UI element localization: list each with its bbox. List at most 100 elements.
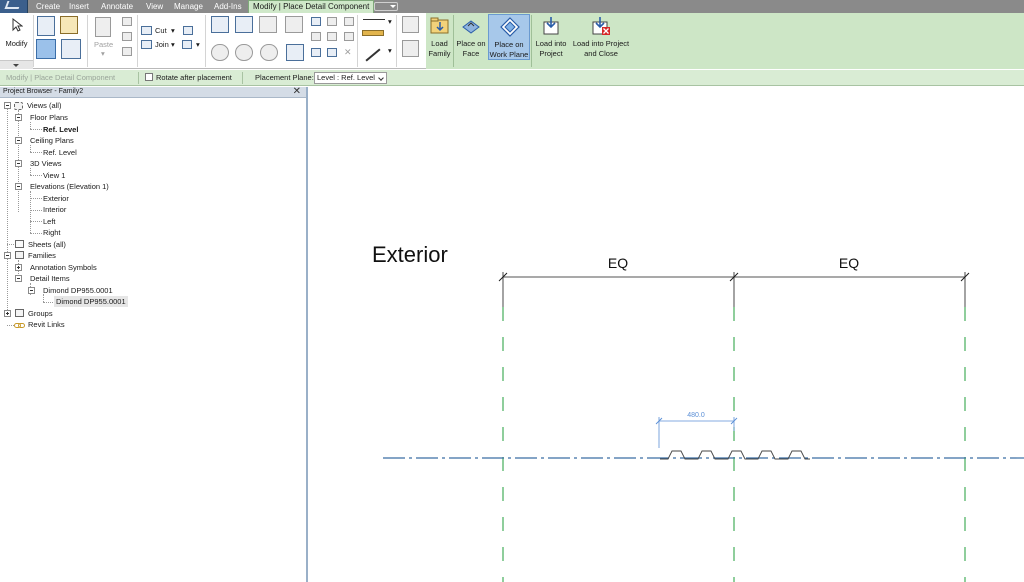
place-on-face-button[interactable]: Place on Face [455,13,487,69]
measure-dropdown-icon[interactable]: ▾ [388,17,392,26]
tree-item-detail-items[interactable]: Detail Items [30,273,70,284]
place-on-work-plane-button[interactable]: Place on Work Plane [488,14,530,60]
tree-item-views-all[interactable]: Views (all) [27,100,61,111]
tree-item-ceiling-plans[interactable]: Ceiling Plans [30,135,74,146]
eq-label-right[interactable]: EQ [839,255,859,271]
tree-item-annotation-symbols[interactable]: Annotation Symbols [30,262,97,273]
close-icon[interactable]: ✕ [293,86,301,97]
annotation-symbols-toggle[interactable] [15,264,22,271]
tab-manage[interactable]: Manage [174,1,203,13]
application-menu-button[interactable] [0,0,28,13]
select-dropdown-button[interactable] [0,60,33,69]
tree-item-floor-plans[interactable]: Floor Plans [30,112,68,123]
dimension-dropdown-icon[interactable]: ▾ [388,46,392,55]
detail-items-toggle[interactable] [15,275,22,282]
ceiling-plans-toggle[interactable] [15,137,22,144]
aligned-dimension-icon[interactable] [363,19,385,23]
pin-icon[interactable] [327,17,337,26]
copy-icon[interactable] [235,44,253,61]
tape-measure-icon[interactable] [362,30,384,36]
rotate-after-placement-checkbox[interactable] [145,73,153,81]
offset-icon[interactable] [235,16,253,33]
eq-dimension[interactable]: EQ EQ [498,255,970,307]
tree-item-exterior[interactable]: Exterior [43,193,69,204]
wall-joins-icon[interactable] [183,26,193,35]
tree-item-dimond-type[interactable]: Dimond DP955.0001 [54,296,128,307]
tree-item-view-1[interactable]: View 1 [43,170,65,181]
tree-item-floor-plan-ref-level[interactable]: Ref. Level [43,124,78,135]
angular-dimension-icon[interactable] [365,48,381,62]
view-title: Exterior [372,242,448,267]
align-icon[interactable] [211,16,229,33]
elevation-view[interactable]: Exterior EQ EQ 480.0 [310,87,1024,582]
floor-plans-toggle[interactable] [15,114,22,121]
eq-label-left[interactable]: EQ [608,255,628,271]
views-all-toggle[interactable] [4,102,11,109]
join-geometry-icon[interactable] [141,40,152,49]
trim-multiple-icon[interactable] [327,48,337,57]
tree-item-revit-links[interactable]: Revit Links [28,319,65,330]
placement-plane-dropdown[interactable]: Level : Ref. Level [314,72,387,84]
load-into-project-button[interactable]: Load into Project [532,13,570,69]
pointer-arrow-icon [12,18,23,32]
split-element-icon[interactable] [311,17,321,26]
tab-create[interactable]: Create [36,1,60,13]
match-type-icon[interactable] [122,47,132,56]
split-face-icon[interactable] [182,40,192,49]
mirror-pick-axis-icon[interactable] [259,16,277,33]
tab-annotate[interactable]: Annotate [101,1,133,13]
delete-icon[interactable] [344,32,354,41]
move-icon[interactable] [211,44,229,61]
load-into-project-and-close-button[interactable]: Load into Project and Close [570,13,632,69]
scale-icon[interactable] [327,32,337,41]
create-similar-icon[interactable] [402,16,419,33]
3d-views-toggle[interactable] [15,160,22,167]
tab-add-ins[interactable]: Add-Ins [214,1,242,13]
trim-extend-icon[interactable] [286,44,304,61]
tab-insert[interactable]: Insert [69,1,89,13]
copy-to-clipboard-icon[interactable] [122,32,132,41]
tree-item-interior[interactable]: Interior [43,204,66,215]
tree-item-left[interactable]: Left [43,216,56,227]
tree-item-ceiling-plan-ref-level[interactable]: Ref. Level [43,147,77,158]
elevations-toggle[interactable] [15,183,22,190]
cut-to-clipboard-icon[interactable] [122,17,132,26]
rotate-icon[interactable] [260,44,278,61]
join-dropdown-icon[interactable]: ▾ [171,40,175,49]
tree-item-families[interactable]: Families [28,250,56,261]
trim-single-icon[interactable] [311,48,321,57]
temporary-dimension[interactable]: 480.0 [655,412,738,448]
paste-dropdown-icon[interactable]: ▾ [101,49,105,58]
create-group-icon[interactable] [402,40,419,57]
delete-element-icon[interactable]: ✕ [344,47,352,58]
cut-dropdown-icon[interactable]: ▾ [171,26,175,35]
cut-geometry-icon[interactable] [141,26,152,35]
drawing-canvas[interactable]: Exterior EQ EQ 480.0 [310,87,1024,582]
family-category-icon[interactable] [36,39,56,59]
options-bar-context-label: Modify | Place Detail Component [6,73,116,82]
array-icon[interactable] [311,32,321,41]
mirror-draw-axis-icon[interactable] [285,16,303,33]
temp-dimension-value[interactable]: 480.0 [687,412,705,419]
load-family-button[interactable]: Load Family [426,13,453,69]
split-dropdown-icon[interactable]: ▾ [196,40,200,49]
groups-toggle[interactable] [4,310,11,317]
tab-view[interactable]: View [146,1,163,13]
panel-display-toggle-button[interactable] [374,2,398,11]
dimond-family-toggle[interactable] [28,287,35,294]
tree-item-sheets-all[interactable]: Sheets (all) [28,239,66,250]
paste-icon[interactable] [95,17,111,37]
type-properties-icon[interactable] [61,39,81,59]
tree-item-right[interactable]: Right [43,227,61,238]
family-types-icon[interactable] [60,16,78,34]
families-toggle[interactable] [4,252,11,259]
properties-icon[interactable] [37,16,55,36]
unpin-icon[interactable] [344,17,354,26]
rotate-after-placement-label[interactable]: Rotate after placement [156,73,232,82]
tree-item-dimond-family[interactable]: Dimond DP955.0001 [43,285,113,296]
tree-item-groups[interactable]: Groups [28,308,53,319]
tree-item-3d-views[interactable]: 3D Views [30,158,62,169]
reference-planes[interactable] [502,307,966,582]
tab-modify-place-detail-component[interactable]: Modify | Place Detail Component [248,0,375,13]
tree-item-elevations[interactable]: Elevations (Elevation 1) [30,181,109,192]
